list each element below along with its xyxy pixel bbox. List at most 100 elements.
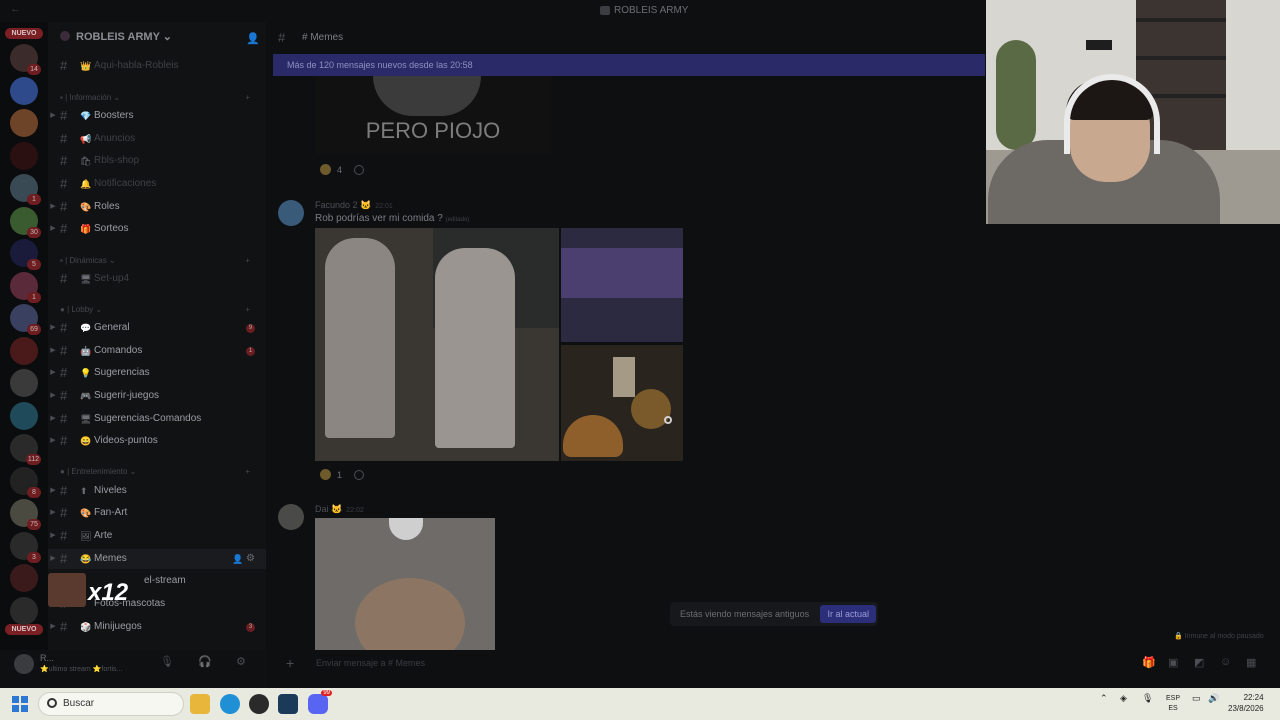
add-channel-icon[interactable]: +: [245, 303, 250, 317]
add-reaction-icon[interactable]: [354, 165, 365, 175]
channel-general[interactable]: ▶ # 💬 General 9: [48, 318, 266, 338]
add-channel-icon[interactable]: +: [245, 465, 250, 479]
channel-boosters[interactable]: ▶ # 💎 Boosters: [48, 106, 266, 126]
channel-niveles[interactable]: ▶ # ⬆ Niveles: [48, 481, 266, 501]
channel-fan-art[interactable]: ▶ # 🎨 Fan-Art: [48, 503, 266, 523]
channel-memes[interactable]: ▶ # 😂 Memes 👤 ⚙: [48, 549, 266, 569]
server-icon[interactable]: 112: [10, 434, 41, 465]
category-informacion[interactable]: ▪ | Información ⌄ +: [60, 91, 260, 105]
caret-right-icon: ▶: [50, 324, 56, 331]
attachment-image-2[interactable]: [561, 228, 683, 342]
channel-minijuegos[interactable]: ▶ # 🎲 Minijuegos 3: [48, 617, 266, 637]
server-name-button[interactable]: ROBLEIS ARMY ⌄: [60, 30, 172, 43]
taskbar-search[interactable]: Buscar: [38, 692, 184, 716]
caret-right-icon: ▶: [50, 203, 56, 210]
add-member-icon[interactable]: 👤: [232, 549, 243, 569]
emoji-icon[interactable]: ☺: [1220, 656, 1231, 668]
server-icon[interactable]: [10, 141, 38, 170]
server-mention-badge: 14: [27, 64, 41, 75]
lightbulb-icon: 💡: [80, 368, 92, 378]
headphones-icon[interactable]: 🎧: [198, 655, 212, 668]
author-name[interactable]: Facundo 2: [315, 200, 358, 210]
gear-icon[interactable]: ⚙: [236, 655, 246, 668]
server-icon[interactable]: 3: [10, 531, 41, 563]
server-icon[interactable]: [10, 76, 38, 105]
file-explorer-icon[interactable]: [190, 694, 210, 714]
server-icon[interactable]: [10, 336, 38, 365]
server-icon[interactable]: 14: [10, 44, 41, 75]
channel-aqui-habla-robleis[interactable]: # 👑 Aqui-habla-Robleis: [48, 56, 266, 76]
server-icon[interactable]: [10, 369, 38, 397]
author-avatar[interactable]: [278, 200, 304, 226]
user-avatar[interactable]: [14, 654, 34, 674]
network-icon[interactable]: ▭: [1192, 693, 1201, 704]
channel-set-up4[interactable]: # 🖥 Set-up4: [48, 269, 266, 289]
server-icon[interactable]: [10, 596, 38, 625]
microphone-icon[interactable]: 🎙: [160, 655, 174, 668]
volume-icon[interactable]: 🔊: [1208, 693, 1219, 704]
server-icon[interactable]: 69: [10, 304, 41, 335]
channel-sugerencias-comandos[interactable]: ▶ # 🖥 Sugerencias-Comandos: [48, 409, 266, 429]
gift-icon[interactable]: 🎁: [1142, 656, 1156, 669]
caret-right-icon: ▶: [50, 369, 56, 376]
attachment-image-3[interactable]: [561, 345, 683, 461]
apps-icon[interactable]: ▦: [1246, 656, 1256, 669]
language-indicator[interactable]: ESP ES: [1166, 694, 1180, 714]
channel-sugerir-juegos[interactable]: ▶ # 🎮 Sugerir-juegos: [48, 386, 266, 406]
sticker-icon[interactable]: ◩: [1194, 656, 1204, 669]
edge-browser-icon[interactable]: [220, 694, 240, 714]
channel-sorteos[interactable]: ▶ # 🎁 Sorteos: [48, 219, 266, 239]
author-avatar[interactable]: [278, 504, 304, 530]
server-icon[interactable]: [10, 564, 38, 592]
channel-roles[interactable]: ▶ # 🎨 Roles: [48, 197, 266, 217]
channel-anuncios[interactable]: # 📢 Anuncios: [48, 129, 266, 149]
chevron-up-icon[interactable]: ⌃: [1100, 693, 1108, 704]
speech-bubble-icon: 💬: [80, 323, 92, 333]
category-dinamicas[interactable]: ▪ | Dinámicas ⌄ +: [60, 254, 260, 268]
new-messages-banner[interactable]: Más de 120 mensajes nuevos desde las 20:…: [273, 54, 985, 76]
server-icon[interactable]: 5: [10, 239, 41, 270]
author-name[interactable]: Dai: [315, 504, 329, 514]
level-up-icon: ⬆: [80, 486, 88, 496]
microphone-icon[interactable]: 🎙: [1142, 693, 1153, 704]
system-clock[interactable]: 22:24 23/8/2026: [1228, 692, 1264, 714]
discord-icon[interactable]: 99: [308, 690, 332, 714]
reaction-pill[interactable]: 1: [320, 467, 365, 483]
gif-icon[interactable]: ▣: [1168, 656, 1178, 669]
hash-icon: #: [60, 411, 68, 426]
attachment-image-1[interactable]: [315, 228, 559, 461]
category-entretenimiento[interactable]: ● | Entretenimiento ⌄ +: [60, 465, 260, 479]
server-icon[interactable]: [10, 109, 38, 137]
server-icon[interactable]: 1: [10, 271, 41, 303]
gear-icon[interactable]: ⚙: [246, 549, 255, 569]
jump-to-present-button[interactable]: Ir al actual: [820, 605, 876, 623]
server-icon[interactable]: [10, 401, 38, 430]
meme-image[interactable]: PERO PIOJO: [315, 76, 551, 154]
category-lobby[interactable]: ● | Lobby ⌄ +: [60, 303, 260, 317]
attachment-image-4[interactable]: [315, 518, 495, 650]
channel-rbls-shop[interactable]: # 🛍 Rbls-shop: [48, 151, 266, 171]
hash-icon: #: [60, 551, 68, 566]
server-icon[interactable]: 8: [10, 466, 41, 498]
channel-notificaciones[interactable]: # 🔔 Notificaciones: [48, 174, 266, 194]
add-reaction-icon[interactable]: [354, 470, 365, 480]
arrow-left-icon[interactable]: ←: [10, 3, 21, 15]
server-icon[interactable]: 30: [10, 206, 41, 238]
windows-start-icon[interactable]: [12, 696, 28, 712]
shield-icon[interactable]: ◈: [1120, 693, 1127, 704]
server-icon[interactable]: 75: [10, 499, 41, 530]
channel-videos-puntos[interactable]: ▶ # 😀 Videos-puntos: [48, 431, 266, 451]
channel-comandos[interactable]: ▶ # 🤖 Comandos 1: [48, 341, 266, 361]
message-input[interactable]: Enviar mensaje a # Memes: [316, 658, 425, 668]
channel-arte[interactable]: ▶ # 🖼 Arte: [48, 526, 266, 546]
steam-icon[interactable]: [278, 694, 298, 714]
plus-icon[interactable]: +: [286, 655, 294, 671]
add-channel-icon[interactable]: +: [245, 91, 250, 105]
obs-icon[interactable]: [249, 694, 269, 714]
invite-people-icon[interactable]: 👤: [246, 32, 260, 45]
add-channel-icon[interactable]: +: [245, 254, 250, 268]
channel-sugerencias[interactable]: ▶ # 💡 Sugerencias: [48, 363, 266, 383]
server-icon[interactable]: 1: [10, 174, 41, 205]
chevron-down-icon: ⌄: [162, 31, 173, 43]
reaction-pill[interactable]: 4: [320, 162, 365, 178]
